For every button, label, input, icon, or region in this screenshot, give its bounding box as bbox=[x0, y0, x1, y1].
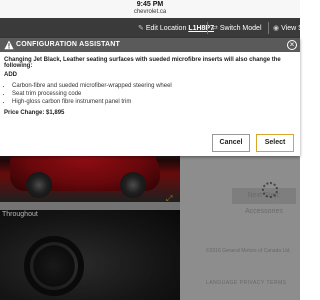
edit-icon: ✎ bbox=[138, 25, 144, 32]
warning-icon bbox=[4, 40, 14, 50]
dialog-title: CONFIGURATION ASSISTANT bbox=[16, 41, 121, 48]
select-button[interactable]: Select bbox=[256, 134, 294, 152]
switch-model-link[interactable]: ⇄ Switch Model bbox=[212, 24, 262, 32]
status-time: 9:45 PM bbox=[136, 1, 164, 8]
add-heading: ADD bbox=[4, 72, 17, 78]
header-divider bbox=[268, 22, 269, 34]
eye-icon: ◉ bbox=[273, 25, 280, 32]
site-header: ✎ Edit Location L1H8P7 ⇄ Switch Model ◉ Vie… bbox=[0, 18, 303, 38]
list-item: High-gloss carbon fibre instrument panel… bbox=[12, 98, 302, 106]
close-icon[interactable]: × bbox=[287, 40, 297, 50]
view-label: View S bbox=[281, 25, 303, 32]
list-item: Seat trim processing code bbox=[12, 90, 302, 98]
header-divider bbox=[207, 22, 208, 34]
url-display[interactable]: chevrolet.ca bbox=[0, 9, 300, 15]
edit-location-link[interactable]: ✎ Edit Location L1H8P7 bbox=[138, 24, 214, 32]
swap-icon: ⇄ bbox=[212, 25, 218, 32]
dialog-message: Changing Jet Black, Leather seating surf… bbox=[4, 57, 281, 69]
location-code: L1H8P7 bbox=[188, 25, 214, 32]
switch-model-label: Switch Model bbox=[219, 25, 262, 32]
dialog-title-bar: CONFIGURATION ASSISTANT × bbox=[0, 38, 300, 52]
edit-location-label: Edit Location bbox=[145, 25, 187, 32]
add-items-list: Carbon-fibre and sueded microfiber-wrapp… bbox=[4, 82, 302, 106]
list-item: Carbon-fibre and sueded microfiber-wrapp… bbox=[12, 82, 302, 90]
cancel-button[interactable]: Cancel bbox=[212, 134, 250, 152]
price-change: Price Change: $1,895 bbox=[4, 110, 65, 116]
status-bar: 9:45 PM chevrolet.ca bbox=[0, 0, 300, 18]
configuration-assistant-dialog: CONFIGURATION ASSISTANT × Changing Jet B… bbox=[0, 38, 300, 156]
view-link[interactable]: ◉ View S bbox=[273, 24, 303, 32]
